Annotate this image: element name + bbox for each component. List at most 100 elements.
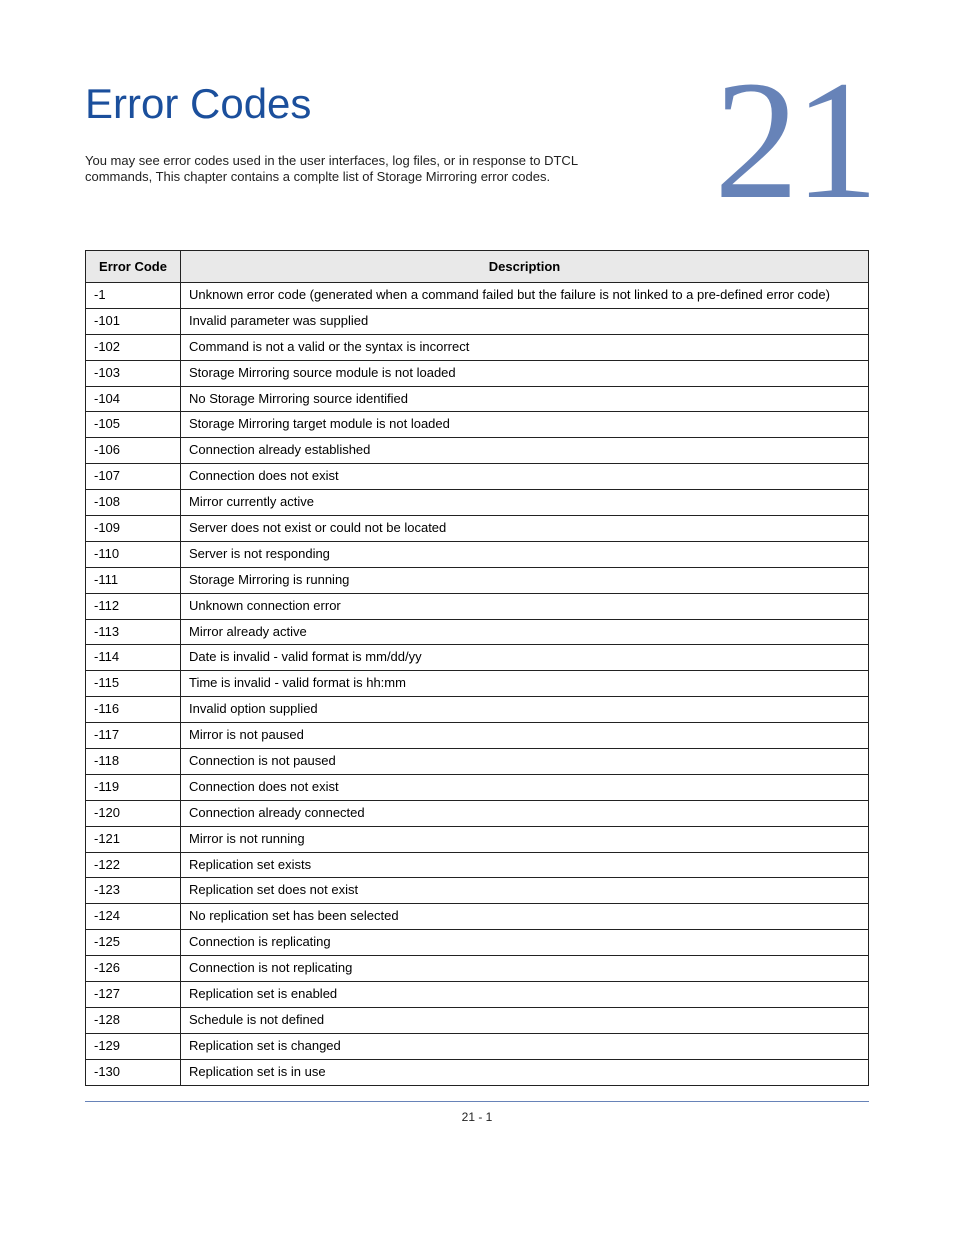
error-description-cell: Connection is replicating <box>181 930 869 956</box>
error-code-cell: -1 <box>86 283 181 309</box>
error-description-cell: No Storage Mirroring source identified <box>181 386 869 412</box>
error-description-cell: Storage Mirroring target module is not l… <box>181 412 869 438</box>
error-code-cell: -113 <box>86 619 181 645</box>
error-description-cell: Replication set is in use <box>181 1059 869 1085</box>
table-row: -112Unknown connection error <box>86 593 869 619</box>
table-row: -117Mirror is not paused <box>86 723 869 749</box>
table-row: -125Connection is replicating <box>86 930 869 956</box>
error-description-cell: Time is invalid - valid format is hh:mm <box>181 671 869 697</box>
table-row: -102Command is not a valid or the syntax… <box>86 334 869 360</box>
error-description-cell: Mirror is not running <box>181 826 869 852</box>
error-code-cell: -123 <box>86 878 181 904</box>
table-row: -121Mirror is not running <box>86 826 869 852</box>
error-description-cell: Connection does not exist <box>181 774 869 800</box>
error-code-cell: -127 <box>86 982 181 1008</box>
error-description-cell: Unknown error code (generated when a com… <box>181 283 869 309</box>
error-description-cell: Storage Mirroring source module is not l… <box>181 360 869 386</box>
error-description-cell: Connection already connected <box>181 800 869 826</box>
error-code-cell: -119 <box>86 774 181 800</box>
table-row: -106Connection already established <box>86 438 869 464</box>
chapter-number: 21 <box>714 55 874 225</box>
error-code-cell: -118 <box>86 749 181 775</box>
error-code-cell: -104 <box>86 386 181 412</box>
error-code-cell: -121 <box>86 826 181 852</box>
error-description-cell: Invalid parameter was supplied <box>181 308 869 334</box>
error-description-cell: Replication set exists <box>181 852 869 878</box>
table-row: -108Mirror currently active <box>86 490 869 516</box>
error-description-cell: Replication set is enabled <box>181 982 869 1008</box>
error-code-cell: -117 <box>86 723 181 749</box>
table-row: -115Time is invalid - valid format is hh… <box>86 671 869 697</box>
page-header: 21 Error Codes You may see error codes u… <box>85 80 869 230</box>
error-code-cell: -125 <box>86 930 181 956</box>
error-code-cell: -114 <box>86 645 181 671</box>
error-description-cell: No replication set has been selected <box>181 904 869 930</box>
error-code-cell: -115 <box>86 671 181 697</box>
error-description-cell: Schedule is not defined <box>181 1007 869 1033</box>
error-code-cell: -109 <box>86 516 181 542</box>
table-row: -110Server is not responding <box>86 541 869 567</box>
page-footer: 21 - 1 <box>85 1101 869 1124</box>
error-code-cell: -120 <box>86 800 181 826</box>
error-description-cell: Connection is not replicating <box>181 956 869 982</box>
error-code-cell: -106 <box>86 438 181 464</box>
table-row: -107Connection does not exist <box>86 464 869 490</box>
error-code-cell: -126 <box>86 956 181 982</box>
error-code-cell: -130 <box>86 1059 181 1085</box>
error-code-cell: -102 <box>86 334 181 360</box>
error-code-cell: -124 <box>86 904 181 930</box>
table-row: -118Connection is not paused <box>86 749 869 775</box>
error-code-cell: -110 <box>86 541 181 567</box>
table-row: -128Schedule is not defined <box>86 1007 869 1033</box>
table-row: -129Replication set is changed <box>86 1033 869 1059</box>
error-description-cell: Mirror already active <box>181 619 869 645</box>
table-row: -113Mirror already active <box>86 619 869 645</box>
error-code-cell: -105 <box>86 412 181 438</box>
table-row: -122Replication set exists <box>86 852 869 878</box>
table-row: -119Connection does not exist <box>86 774 869 800</box>
table-row: -114Date is invalid - valid format is mm… <box>86 645 869 671</box>
error-code-cell: -101 <box>86 308 181 334</box>
table-row: -103Storage Mirroring source module is n… <box>86 360 869 386</box>
error-description-cell: Unknown connection error <box>181 593 869 619</box>
table-header-description: Description <box>181 251 869 283</box>
error-code-cell: -107 <box>86 464 181 490</box>
error-code-cell: -122 <box>86 852 181 878</box>
error-code-cell: -128 <box>86 1007 181 1033</box>
error-code-cell: -111 <box>86 567 181 593</box>
error-description-cell: Connection is not paused <box>181 749 869 775</box>
table-row: -104No Storage Mirroring source identifi… <box>86 386 869 412</box>
error-description-cell: Date is invalid - valid format is mm/dd/… <box>181 645 869 671</box>
table-row: -111Storage Mirroring is running <box>86 567 869 593</box>
error-description-cell: Connection already established <box>181 438 869 464</box>
error-description-cell: Storage Mirroring is running <box>181 567 869 593</box>
table-row: -124No replication set has been selected <box>86 904 869 930</box>
error-description-cell: Server is not responding <box>181 541 869 567</box>
error-code-cell: -129 <box>86 1033 181 1059</box>
table-row: -109Server does not exist or could not b… <box>86 516 869 542</box>
error-code-cell: -112 <box>86 593 181 619</box>
table-row: -130Replication set is in use <box>86 1059 869 1085</box>
error-description-cell: Command is not a valid or the syntax is … <box>181 334 869 360</box>
table-row: -126Connection is not replicating <box>86 956 869 982</box>
intro-paragraph: You may see error codes used in the user… <box>85 153 630 186</box>
error-description-cell: Connection does not exist <box>181 464 869 490</box>
error-description-cell: Invalid option supplied <box>181 697 869 723</box>
table-row: -1Unknown error code (generated when a c… <box>86 283 869 309</box>
error-description-cell: Server does not exist or could not be lo… <box>181 516 869 542</box>
error-description-cell: Replication set does not exist <box>181 878 869 904</box>
error-code-cell: -116 <box>86 697 181 723</box>
error-code-cell: -108 <box>86 490 181 516</box>
table-row: -127Replication set is enabled <box>86 982 869 1008</box>
table-row: -105Storage Mirroring target module is n… <box>86 412 869 438</box>
error-description-cell: Mirror is not paused <box>181 723 869 749</box>
error-codes-table: Error Code Description -1Unknown error c… <box>85 250 869 1086</box>
table-header-code: Error Code <box>86 251 181 283</box>
error-code-cell: -103 <box>86 360 181 386</box>
error-description-cell: Mirror currently active <box>181 490 869 516</box>
table-row: -101Invalid parameter was supplied <box>86 308 869 334</box>
table-row: -116Invalid option supplied <box>86 697 869 723</box>
error-description-cell: Replication set is changed <box>181 1033 869 1059</box>
table-row: -120Connection already connected <box>86 800 869 826</box>
table-row: -123Replication set does not exist <box>86 878 869 904</box>
